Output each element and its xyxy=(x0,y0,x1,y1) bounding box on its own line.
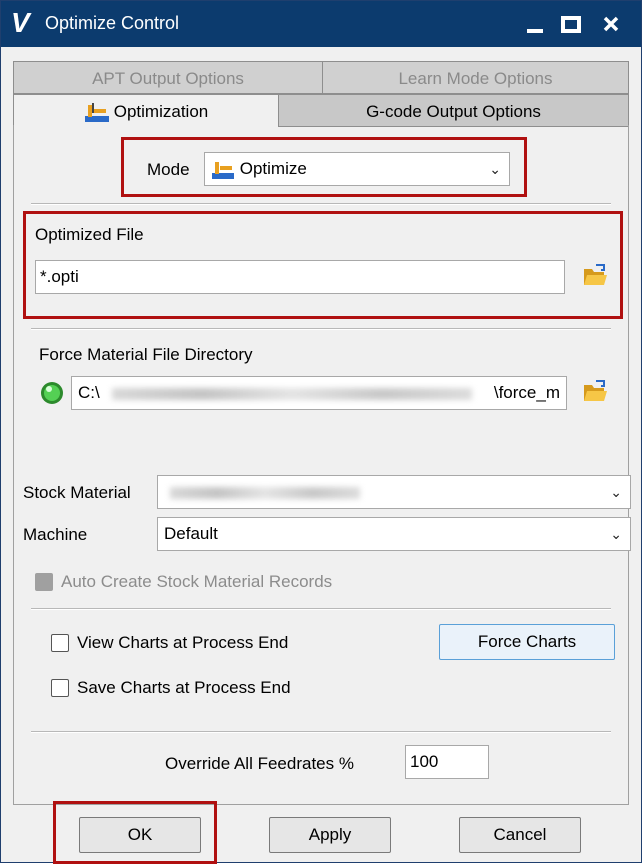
tab-optimization[interactable]: Optimization xyxy=(13,94,279,126)
save-charts-checkbox[interactable] xyxy=(51,679,69,697)
status-green-icon xyxy=(41,382,63,404)
force-charts-button[interactable]: Force Charts xyxy=(439,624,615,660)
machine-select[interactable]: Default ⌄ xyxy=(157,517,631,551)
tab-apt-output-options[interactable]: APT Output Options xyxy=(13,61,323,94)
tab-learn-mode-options[interactable]: Learn Mode Options xyxy=(322,61,629,94)
apply-button[interactable]: Apply xyxy=(269,817,391,853)
view-charts-checkbox[interactable] xyxy=(51,634,69,652)
close-icon xyxy=(603,16,619,32)
machine-label: Machine xyxy=(23,525,88,544)
title-bar[interactable]: V Optimize Control xyxy=(1,1,641,47)
folder-open-icon[interactable] xyxy=(582,263,608,287)
minimize-icon xyxy=(527,29,543,33)
tab-optimization-label: Optimization xyxy=(113,102,209,121)
optimization-icon xyxy=(84,102,109,122)
force-material-path-start: C:\ xyxy=(78,383,100,402)
mode-label: Mode xyxy=(147,160,190,179)
auto-create-checkbox[interactable] xyxy=(35,573,53,591)
override-feedrates-input[interactable]: 100 xyxy=(405,745,489,779)
mode-select[interactable]: Optimize ⌄ xyxy=(204,152,510,186)
stock-material-label: Stock Material xyxy=(23,483,131,502)
override-feedrates-label: Override All Feedrates % xyxy=(165,754,354,773)
separator xyxy=(31,203,611,205)
view-charts-label: View Charts at Process End xyxy=(77,633,289,652)
auto-create-label: Auto Create Stock Material Records xyxy=(61,572,333,591)
optimized-file-input[interactable]: *.opti xyxy=(35,260,565,294)
separator xyxy=(31,731,611,733)
optimized-file-label: Optimized File xyxy=(35,225,144,244)
force-material-directory-input[interactable]: C:\ \force_m xyxy=(71,376,567,410)
window-title: Optimize Control xyxy=(45,13,180,33)
force-material-label: Force Material File Directory xyxy=(39,345,253,364)
separator xyxy=(31,608,611,610)
tab-gcode-output-options[interactable]: G-code Output Options xyxy=(278,94,629,127)
mode-value: Optimize xyxy=(239,159,307,178)
redacted-stock-material xyxy=(170,487,360,499)
separator xyxy=(31,328,611,330)
force-material-path-end: \force_m xyxy=(493,383,560,402)
optimize-control-window: V Optimize Control APT Output Options Le… xyxy=(0,0,642,864)
maximize-icon xyxy=(561,16,581,33)
close-button[interactable] xyxy=(591,9,631,39)
cancel-button[interactable]: Cancel xyxy=(459,817,581,853)
machine-value: Default xyxy=(164,524,218,543)
redacted-path xyxy=(112,388,472,400)
chevron-down-icon: ⌄ xyxy=(610,484,622,500)
save-charts-label: Save Charts at Process End xyxy=(77,678,291,697)
app-logo-icon: V xyxy=(11,7,30,38)
folder-open-icon[interactable] xyxy=(582,379,608,403)
optimize-icon xyxy=(212,161,234,179)
stock-material-select[interactable]: ⌄ xyxy=(157,475,631,509)
minimize-button[interactable] xyxy=(515,9,555,39)
chevron-down-icon: ⌄ xyxy=(610,526,622,542)
ok-button[interactable]: OK xyxy=(79,817,201,853)
chevron-down-icon: ⌄ xyxy=(489,161,501,177)
maximize-button[interactable] xyxy=(551,9,591,39)
